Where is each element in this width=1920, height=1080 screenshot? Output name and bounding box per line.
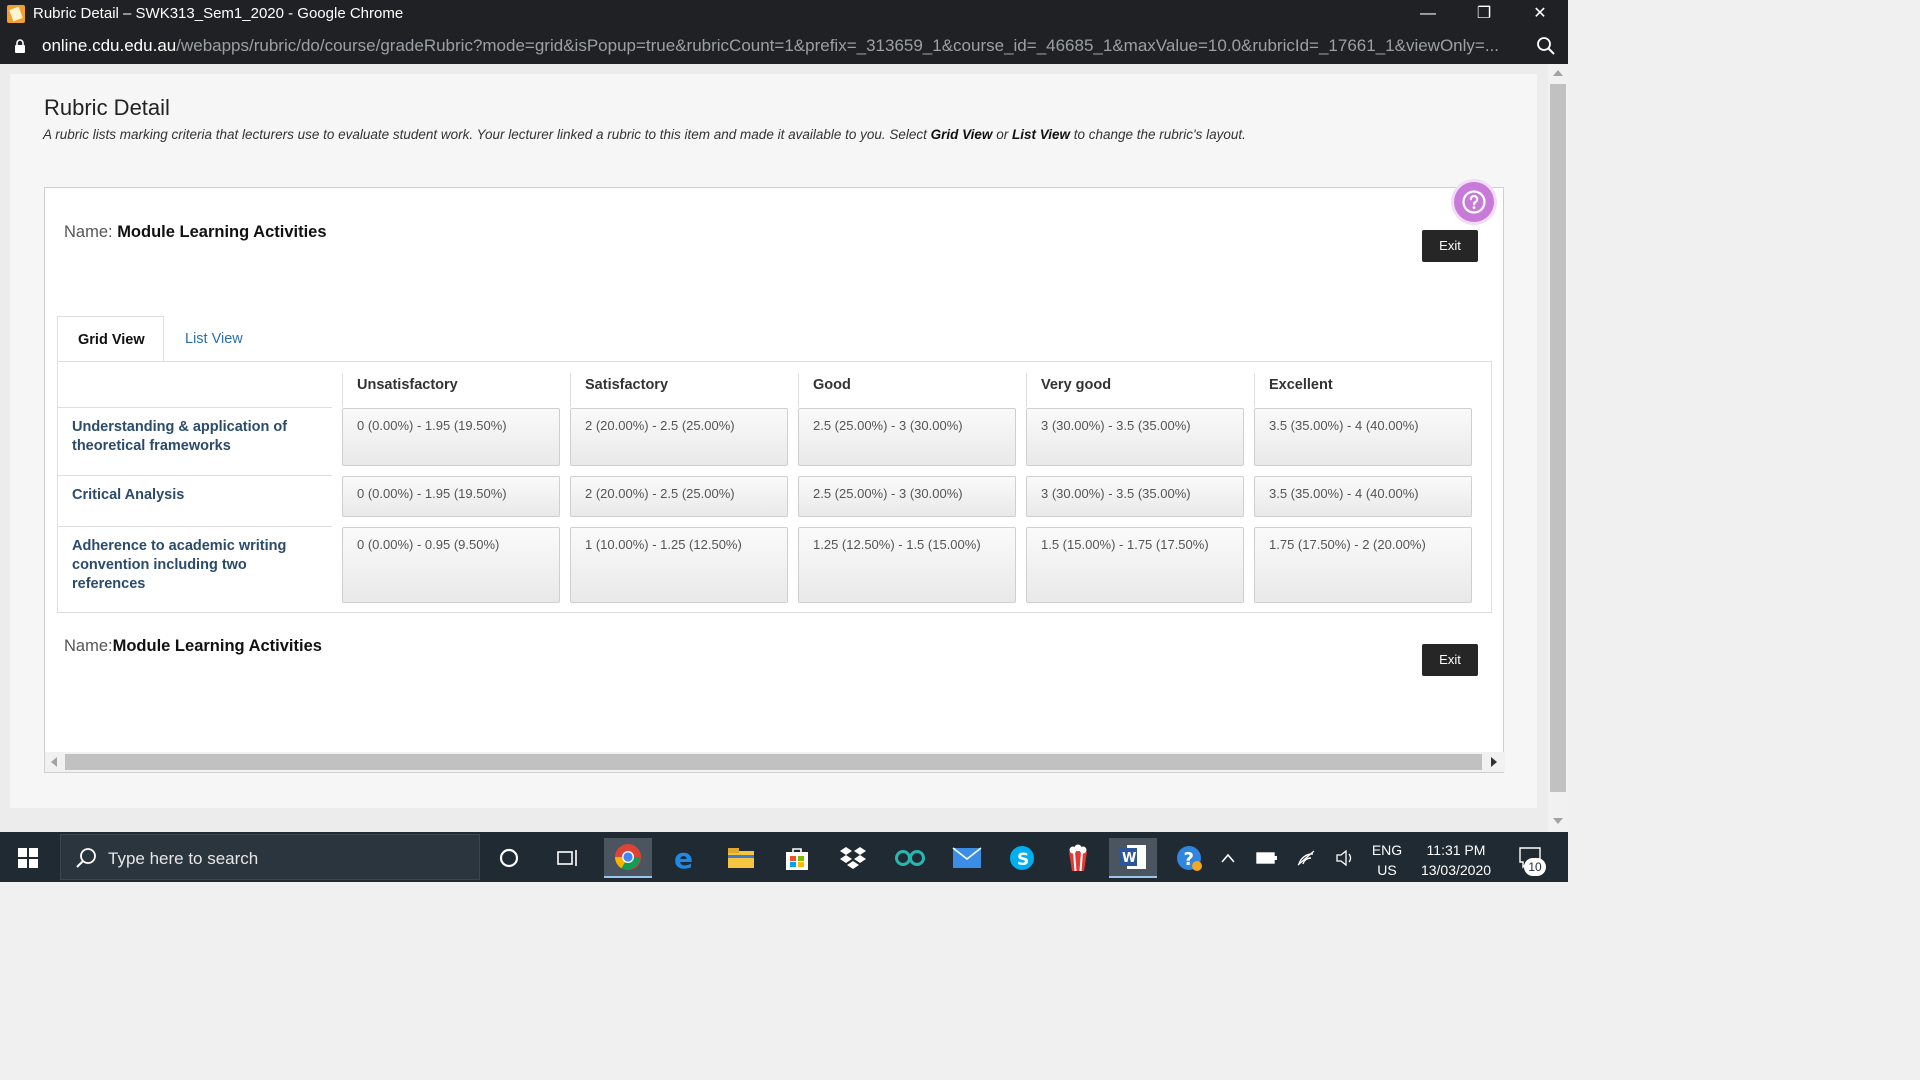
rubric-cell[interactable]: 2.5 (25.00%) - 3 (30.00%) — [798, 476, 1016, 517]
rubric-cell[interactable]: 2 (20.00%) - 2.5 (25.00%) — [570, 476, 788, 517]
skype-icon[interactable]: S — [998, 838, 1046, 878]
close-window-button[interactable]: ✕ — [1512, 0, 1568, 28]
battery-icon[interactable] — [1255, 846, 1279, 870]
help-button[interactable] — [1454, 182, 1494, 222]
rubric-cell[interactable]: 1.5 (15.00%) - 1.75 (17.50%) — [1026, 527, 1244, 603]
page-viewport: Rubric Detail A rubric lists marking cri… — [0, 64, 1548, 832]
windows-start-icon[interactable] — [18, 848, 38, 868]
tab-list-view[interactable]: List View — [165, 316, 263, 362]
page-title: Rubric Detail — [44, 95, 170, 120]
exit-button-top[interactable]: Exit — [1422, 230, 1478, 262]
scroll-left-icon[interactable] — [51, 757, 57, 767]
level-header: Excellent — [1254, 373, 1482, 407]
rubric-cell[interactable]: 0 (0.00%) - 1.95 (19.50%) — [342, 408, 560, 466]
language-indicator[interactable]: ENG US — [1370, 840, 1404, 880]
file-explorer-icon[interactable] — [717, 838, 765, 878]
search-icon — [76, 848, 96, 868]
word-icon[interactable]: W — [1109, 838, 1157, 878]
rubric-cell[interactable]: 2 (20.00%) - 2.5 (25.00%) — [570, 408, 788, 466]
exit-button-bottom[interactable]: Exit — [1422, 644, 1478, 676]
help-app-icon[interactable]: ? — [1165, 838, 1213, 878]
rubric-name-top: Name: Module Learning Activities — [64, 223, 327, 241]
scroll-thumb[interactable] — [1550, 84, 1566, 792]
svg-text:S: S — [1017, 850, 1029, 870]
minimize-button[interactable]: — — [1400, 0, 1456, 28]
scroll-up-icon[interactable] — [1553, 70, 1563, 76]
url-text[interactable]: online.cdu.edu.au/webapps/rubric/do/cour… — [42, 36, 1522, 56]
rubric-cell[interactable]: 1.25 (12.50%) - 1.5 (15.00%) — [798, 527, 1016, 603]
rubric-grid: Unsatisfactory Satisfactory Good Very go… — [57, 361, 1492, 613]
notification-count-badge: 10 — [1524, 858, 1546, 876]
url-path: /webapps/rubric/do/course/gradeRubric?mo… — [176, 36, 1500, 55]
rubric-cell[interactable]: 3.5 (35.00%) - 4 (40.00%) — [1254, 476, 1472, 517]
dropbox-icon[interactable] — [829, 838, 877, 878]
region-code: US — [1377, 862, 1397, 878]
svg-text:e: e — [674, 844, 693, 872]
intro-text: A rubric lists marking criteria that lec… — [43, 127, 1246, 142]
rubric-cell[interactable]: 1.75 (17.50%) - 2 (20.00%) — [1254, 527, 1472, 603]
store-icon[interactable] — [773, 838, 821, 878]
rubric-cell[interactable]: 0 (0.00%) - 0.95 (9.50%) — [342, 527, 560, 603]
question-icon — [1462, 190, 1486, 214]
taskbar-search[interactable]: Type here to search — [60, 834, 480, 880]
rubric-cell[interactable]: 3.5 (35.00%) - 4 (40.00%) — [1254, 408, 1472, 466]
scroll-down-icon[interactable] — [1553, 818, 1563, 824]
rubric-cell[interactable]: 0 (0.00%) - 1.95 (19.50%) — [342, 476, 560, 517]
tab-grid-view[interactable]: Grid View — [57, 316, 164, 362]
restore-button[interactable]: ❐ — [1456, 0, 1512, 28]
chrome-icon[interactable] — [604, 838, 652, 878]
level-header: Very good — [1026, 373, 1254, 407]
scroll-right-icon[interactable] — [1491, 757, 1497, 767]
edge-icon[interactable]: e — [661, 838, 709, 878]
mail-icon[interactable] — [943, 838, 991, 878]
intro-list-view: List View — [1011, 127, 1070, 142]
svg-text:W: W — [1122, 851, 1136, 866]
volume-icon[interactable] — [1333, 846, 1357, 870]
rubric-box: Name: Module Learning Activities Exit Gr… — [44, 182, 1505, 773]
criterion-title: Adherence to academic writing convention… — [58, 526, 332, 612]
clock-time: 11:31 PM — [1426, 842, 1486, 858]
horizontal-scrollbar[interactable] — [45, 752, 1505, 772]
rubric-cell[interactable]: 3 (30.00%) - 3.5 (35.00%) — [1026, 476, 1244, 517]
clock-date: 13/03/2020 — [1420, 862, 1492, 878]
rubric-name-bottom: Name:Module Learning Activities — [64, 637, 322, 655]
pencil-page-icon — [7, 5, 25, 23]
arduino-icon[interactable] — [886, 838, 934, 878]
show-hidden-icons[interactable] — [1216, 846, 1240, 870]
rubric-cell[interactable]: 3 (30.00%) - 3.5 (35.00%) — [1026, 408, 1244, 466]
clock[interactable]: 11:31 PM 13/03/2020 — [1412, 840, 1500, 880]
scroll-thumb[interactable] — [65, 754, 1482, 770]
rubric-cell[interactable]: 2.5 (25.00%) - 3 (30.00%) — [798, 408, 1016, 466]
cortana-icon[interactable] — [485, 838, 533, 878]
criterion-title: Critical Analysis — [58, 475, 332, 526]
window-title: Rubric Detail – SWK313_Sem1_2020 - Googl… — [33, 5, 404, 22]
zoom-icon[interactable] — [1536, 36, 1556, 56]
level-header: Satisfactory — [570, 373, 798, 407]
rubric-detail-panel: Rubric Detail A rubric lists marking cri… — [10, 74, 1537, 808]
lock-icon[interactable] — [14, 39, 26, 53]
network-icon[interactable] — [1294, 846, 1318, 870]
level-header: Good — [798, 373, 1026, 407]
vertical-scrollbar[interactable] — [1548, 64, 1568, 832]
intro-grid-view: Grid View — [930, 127, 993, 142]
address-bar[interactable]: online.cdu.edu.au/webapps/rubric/do/cour… — [0, 28, 1568, 64]
task-view-icon[interactable] — [544, 838, 592, 878]
criterion-title: Understanding & application of theoretic… — [58, 407, 332, 475]
language-code: ENG — [1371, 842, 1403, 858]
windows-taskbar: Type here to search e S W ? ENG US 11:31… — [0, 832, 1568, 882]
url-host: online.cdu.edu.au — [42, 36, 177, 55]
level-header: Unsatisfactory — [342, 373, 570, 407]
movies-tv-icon[interactable] — [1054, 838, 1102, 878]
browser-title-bar: Rubric Detail – SWK313_Sem1_2020 - Googl… — [0, 0, 1568, 28]
search-placeholder: Type here to search — [108, 849, 259, 868]
rubric-cell[interactable]: 1 (10.00%) - 1.25 (12.50%) — [570, 527, 788, 603]
